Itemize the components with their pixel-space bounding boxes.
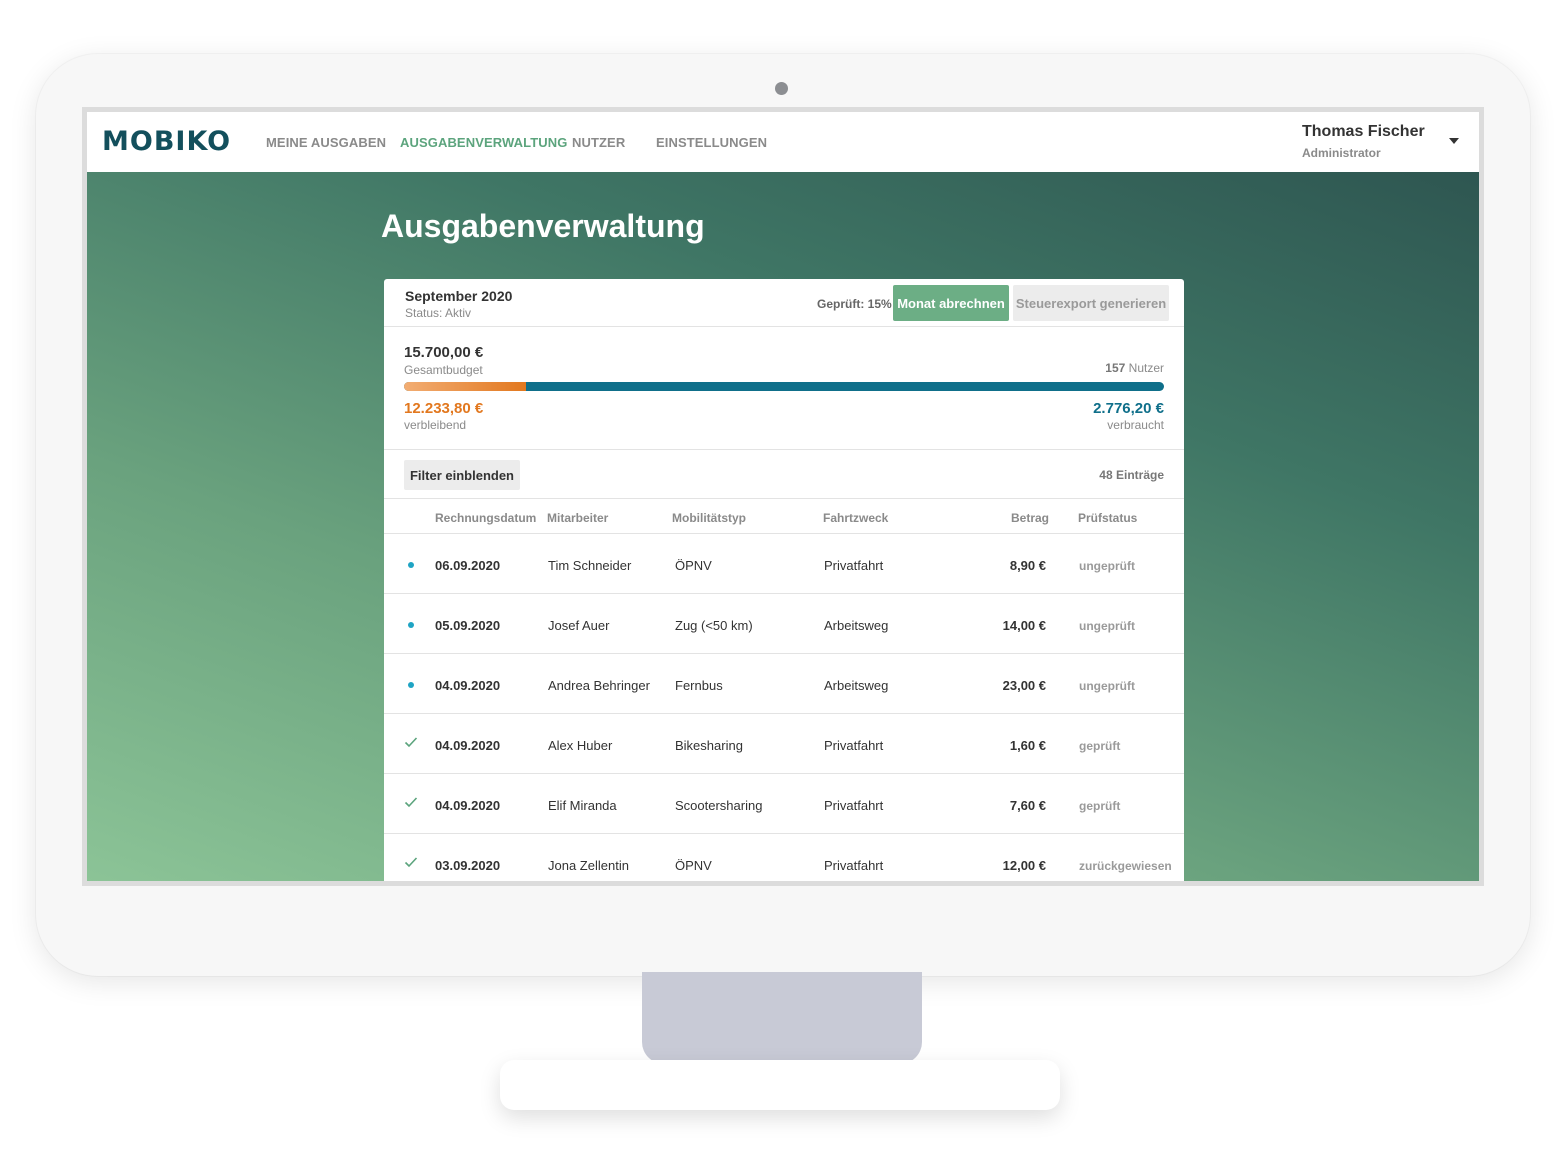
cell-purpose: Privatfahrt [824,798,884,813]
cell-amount: 7,60 € [1009,798,1046,813]
tax-export-button[interactable]: Steuerexport generieren [1013,285,1169,321]
monitor-stand-base [500,1060,1060,1110]
budget-summary: 15.700,00 € Gesamtbudget 157 Nutzer 12.2… [384,328,1184,450]
cell-date: 03.09.2020 [435,858,501,873]
cell-status: zurückgewiesen [1079,859,1172,873]
cell-employee: Alex Huber [548,738,613,753]
page-title: Ausgabenverwaltung [381,208,705,244]
user-role: Administrator [1302,146,1381,160]
cell-amount: 8,90 € [1009,558,1046,573]
settle-month-button[interactable]: Monat abrechnen [893,285,1009,321]
unchecked-dot-icon [408,622,414,628]
table-row[interactable]: 06.09.2020 Tim Schneider ÖPNV Privatfahrt 8,… [384,534,1184,594]
user-name[interactable]: Thomas Fischer [1302,123,1425,141]
cell-employee: Elif Miranda [548,798,617,813]
unchecked-dot-icon [408,682,414,688]
top-navigation: MOBIKO MEINE AUSGABEN AUSGABENVERWALTUNG… [87,112,1479,172]
cell-purpose: Privatfahrt [824,858,884,873]
budget-remaining-fill [404,382,526,391]
check-icon [404,737,418,748]
cell-status: ungeprüft [1079,619,1135,633]
spent-label: verbraucht [1107,418,1164,432]
header-status[interactable]: Prüfstatus [1078,511,1137,525]
remaining-amount: 12.233,80 € [404,400,484,417]
cell-date: 04.09.2020 [435,798,501,813]
nav-nutzer[interactable]: NUTZER [572,135,625,150]
cell-amount: 1,60 € [1009,738,1046,753]
mobiko-logo[interactable]: MOBIKO [102,126,231,157]
users-count: 157 Nutzer [1105,361,1164,375]
monitor-stand-neck [642,972,922,1064]
header-amount[interactable]: Betrag [1011,511,1049,525]
entries-count: 48 Einträge [1099,468,1164,482]
cell-amount: 23,00 € [1002,678,1046,693]
cell-date: 06.09.2020 [435,558,501,573]
budget-total-label: Gesamtbudget [404,363,483,377]
show-filter-button[interactable]: Filter einblenden [404,460,520,490]
check-icon [404,857,418,868]
cell-date: 04.09.2020 [435,678,501,693]
period-month: September 2020 [405,288,513,304]
cell-amount: 12,00 € [1002,858,1046,873]
nav-meine-ausgaben[interactable]: MEINE AUSGABEN [266,135,386,150]
user-menu-caret-icon[interactable] [1449,138,1459,144]
cell-purpose: Privatfahrt [824,738,884,753]
cell-status: geprüft [1079,739,1121,753]
expense-card: September 2020 Status: Aktiv Geprüft: 15… [384,279,1184,881]
filter-row: Filter einblenden 48 Einträge [384,451,1184,499]
check-icon [404,797,418,808]
cell-purpose: Arbeitsweg [824,618,889,633]
expense-rows: 06.09.2020 Tim Schneider ÖPNV Privatfahrt 8,… [384,534,1184,881]
cell-mobility-type: Scootersharing [675,798,763,813]
header-employee[interactable]: Mitarbeiter [547,511,608,525]
header-date[interactable]: Rechnungsdatum [435,511,536,525]
unchecked-dot-icon [408,562,414,568]
camera-dot [775,82,788,95]
card-header: September 2020 Status: Aktiv Geprüft: 15… [384,279,1184,327]
cell-mobility-type: Fernbus [675,678,723,693]
cell-status: ungeprüft [1079,559,1135,573]
remaining-label: verbleibend [404,418,467,432]
table-row[interactable]: 04.09.2020 Alex Huber Bikesharing Privatfah… [384,714,1184,774]
cell-employee: Jona Zellentin [548,858,629,873]
users-count-label: Nutzer [1128,361,1164,375]
table-header: Rechnungsdatum Mitarbeiter Mobilitätstyp… [384,500,1184,534]
cell-mobility-type: ÖPNV [675,558,712,573]
header-purpose[interactable]: Fahrtzweck [823,511,888,525]
header-type[interactable]: Mobilitätstyp [672,511,746,525]
checked-percentage: Geprüft: 15% [817,297,892,311]
cell-status: geprüft [1079,799,1121,813]
nav-ausgabenverwaltung[interactable]: AUSGABENVERWALTUNG [400,135,567,150]
cell-date: 05.09.2020 [435,618,501,633]
cell-employee: Josef Auer [548,618,610,633]
cell-employee: Andrea Behringer [548,678,650,693]
cell-amount: 14,00 € [1002,618,1046,633]
cell-mobility-type: Zug (<50 km) [675,618,753,633]
budget-total: 15.700,00 € [404,344,484,361]
monitor-screen: MOBIKO MEINE AUSGABEN AUSGABENVERWALTUNG… [82,107,1484,886]
nav-einstellungen[interactable]: EINSTELLUNGEN [656,135,767,150]
budget-progress-bar [404,382,1164,391]
table-row[interactable]: 04.09.2020 Andrea Behringer Fernbus Arbeits… [384,654,1184,714]
period-status: Status: Aktiv [405,306,472,320]
table-row[interactable]: 04.09.2020 Elif Miranda Scootersharing Priv… [384,774,1184,834]
table-row[interactable]: 03.09.2020 Jona Zellentin ÖPNV Privatfahrt 1… [384,834,1184,881]
cell-mobility-type: Bikesharing [675,738,743,753]
cell-mobility-type: ÖPNV [675,858,712,873]
table-row[interactable]: 05.09.2020 Josef Auer Zug (<50 km) Arbeitsw… [384,594,1184,654]
cell-status: ungeprüft [1079,679,1135,693]
cell-purpose: Privatfahrt [824,558,884,573]
users-count-value: 157 [1105,361,1126,375]
cell-date: 04.09.2020 [435,738,501,753]
spent-amount: 2.776,20 € [1093,400,1164,417]
cell-employee: Tim Schneider [548,558,632,573]
cell-purpose: Arbeitsweg [824,678,889,693]
